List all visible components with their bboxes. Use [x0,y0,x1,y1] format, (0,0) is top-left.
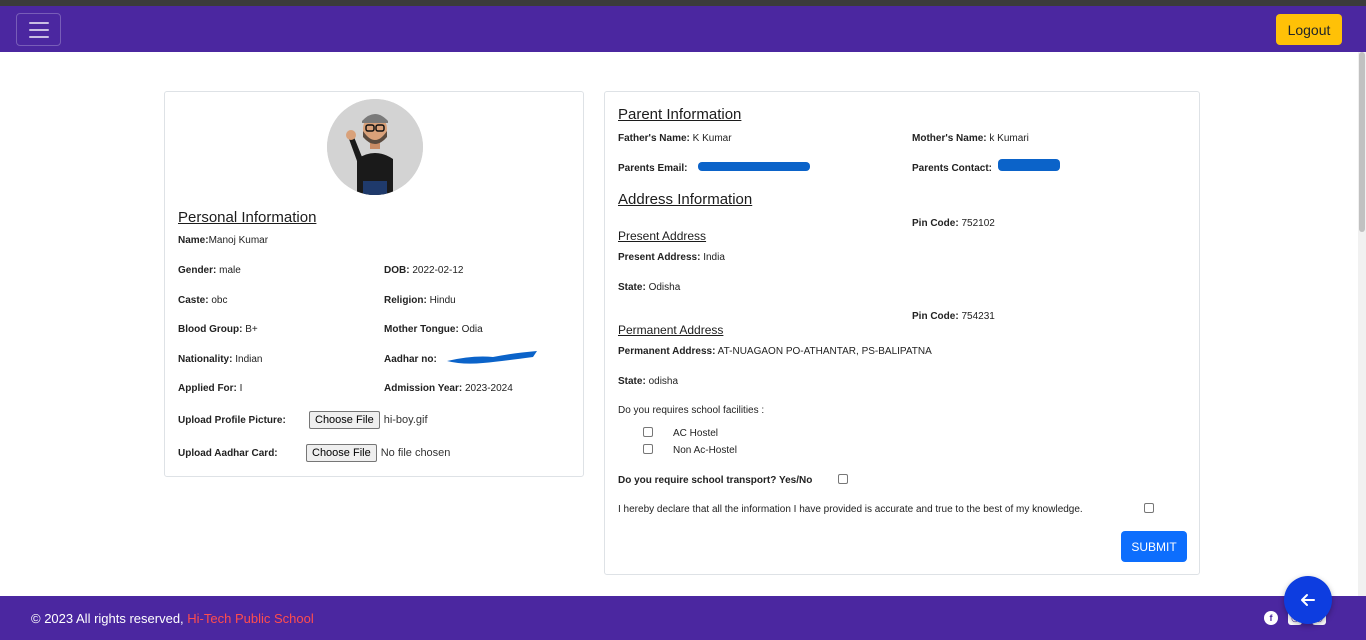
arrow-left-icon[interactable] [1284,576,1332,624]
permanent-state-field: State: odisha [618,376,679,387]
religion-field: Religion: Hindu [384,295,456,306]
present-pin-field: Pin Code: 752102 [912,218,995,229]
copyright-text: © 2023 All rights reserved, Hi-Tech Publ… [31,611,314,626]
transport-question: Do you require school transport? Yes/No [618,475,813,486]
aadhar-file-name: No file chosen [380,447,451,459]
transport-checkbox[interactable] [838,474,848,484]
admission-year-field: Admission Year: 2023-2024 [384,383,513,394]
submit-button[interactable]: SUBMIT [1121,531,1187,562]
permanent-pin-field: Pin Code: 754231 [912,311,995,322]
parent-info-title: Parent Information [618,106,742,123]
choose-profile-file-button[interactable]: Choose File [309,411,380,429]
non-ac-hostel-label: Non Ac-Hostel [673,445,737,456]
personal-info-title: Personal Information [178,209,317,226]
footer: © 2023 All rights reserved, Hi-Tech Publ… [0,596,1366,640]
hamburger-icon[interactable] [16,13,61,46]
brand-link[interactable]: Hi-Tech Public School [187,611,313,626]
present-address-field: Present Address: India [618,252,725,263]
aadhar-field: Aadhar no: [384,354,437,365]
scrollbar-thumb[interactable] [1359,52,1365,232]
logout-button[interactable]: Logout [1276,14,1342,45]
upload-aadhar-row: Upload Aadhar Card: Choose File No file … [178,444,450,462]
applied-for-field: Applied For: I [178,383,243,394]
father-name-field: Father's Name: K Kumar [618,133,732,144]
upload-profile-row: Upload Profile Picture: Choose File hi-b… [178,411,428,429]
non-ac-hostel-checkbox[interactable] [643,444,653,454]
aadhar-redaction [447,351,537,364]
present-address-subtitle: Present Address [618,229,707,243]
profile-avatar [327,99,423,195]
permanent-address-field: Permanent Address: AT-NUAGAON PO-ATHANTA… [618,346,932,357]
choose-aadhar-file-button[interactable]: Choose File [306,444,377,462]
navbar: Logout [0,6,1366,52]
declaration-text: I hereby declare that all the informatio… [618,504,1083,515]
parent-contact-field: Parents Contact: [912,163,993,174]
ac-hostel-label: AC Hostel [673,428,719,439]
mother-tongue-field: Mother Tongue: Odia [384,324,483,335]
name-field: Name:Manoj Kumar [178,235,269,246]
declaration-checkbox[interactable] [1144,503,1154,513]
permanent-address-subtitle: Permanent Address [618,323,724,337]
caste-field: Caste: obc [178,295,228,306]
contact-redaction [998,159,1060,171]
email-redaction [698,162,810,171]
gender-field: Gender: male [178,265,241,276]
parent-email-field: Parents Email: [618,163,688,174]
profile-file-name: hi-boy.gif [383,414,428,426]
facebook-icon[interactable]: f [1264,611,1278,625]
facilities-question: Do you requires school facilities : [618,405,765,416]
ac-hostel-checkbox[interactable] [643,427,653,437]
dob-field: DOB: 2022-02-12 [384,265,464,276]
mother-name-field: Mother's Name: k Kumari [912,133,1029,144]
present-state-field: State: Odisha [618,282,681,293]
blood-group-field: Blood Group: B+ [178,324,258,335]
address-info-title: Address Information [618,191,753,208]
scrollbar[interactable] [1358,52,1366,596]
parent-address-card: Parent Information Father's Name: K Kuma… [604,91,1200,575]
nationality-field: Nationality: Indian [178,354,263,365]
personal-info-card: Personal Information Name:Manoj Kumar Ge… [164,91,584,477]
